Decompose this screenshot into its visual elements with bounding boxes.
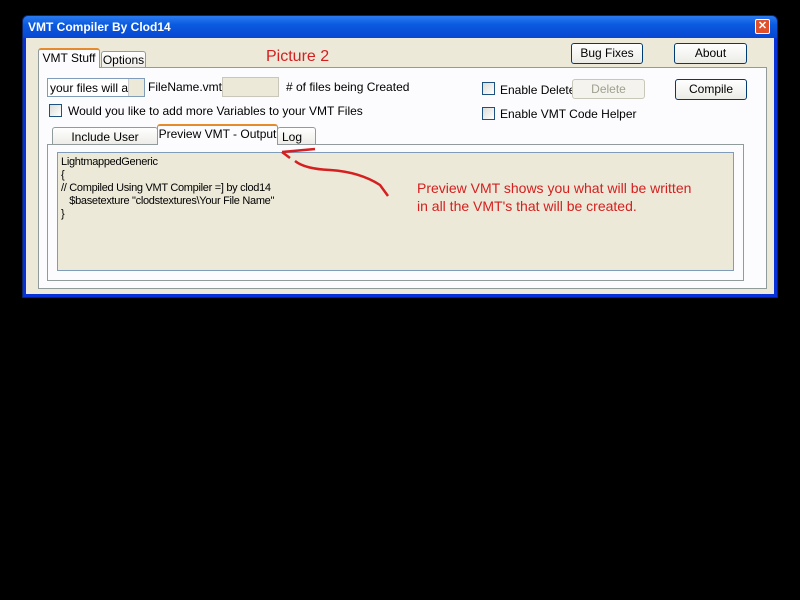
delete-button[interactable]: Delete [572, 79, 645, 99]
file-count-label: # of files being Created [286, 80, 410, 94]
close-icon[interactable]: ✕ [755, 19, 770, 34]
more-variables-checkbox[interactable] [49, 104, 62, 117]
tab-include-user-coding[interactable]: Include User Coding [52, 127, 158, 162]
filename-suffix: FileName.vmt [148, 80, 223, 94]
title-bar[interactable]: VMT Compiler By Clod14 ✕ [23, 16, 777, 38]
tab-vmt-stuff[interactable]: VMT Stuff [38, 48, 100, 68]
file-count-input[interactable] [222, 77, 279, 97]
tab-options[interactable]: Options [101, 51, 146, 68]
enable-delete-checkbox[interactable] [482, 82, 495, 95]
picture-label: Picture 2 [266, 48, 330, 65]
arrow-stroke [281, 147, 390, 197]
annotation-line-2: in all the VMT's that will be created. [417, 198, 637, 214]
code-helper-label: Enable VMT Code Helper [500, 107, 637, 121]
enable-delete-label: Enable Delete [500, 83, 576, 97]
filename-input[interactable]: your files will ap [47, 78, 145, 97]
more-variables-label: Would you like to add more Variables to … [68, 104, 363, 118]
bug-fixes-button[interactable]: Bug Fixes [571, 43, 643, 64]
annotation-line-1: Preview VMT shows you what will be writt… [417, 180, 692, 196]
window-title: VMT Compiler By Clod14 [28, 20, 171, 34]
annotation-note: Preview VMT shows you what will be writt… [417, 179, 691, 215]
code-helper-checkbox[interactable] [482, 107, 495, 120]
scroll-handle[interactable] [128, 79, 144, 96]
compile-button[interactable]: Compile [675, 79, 747, 100]
tab-log[interactable]: Log [277, 127, 316, 145]
annotation-arrow [281, 147, 390, 197]
about-button[interactable]: About [674, 43, 747, 64]
tab-preview-vmt-output[interactable]: Preview VMT - Output [157, 124, 278, 145]
